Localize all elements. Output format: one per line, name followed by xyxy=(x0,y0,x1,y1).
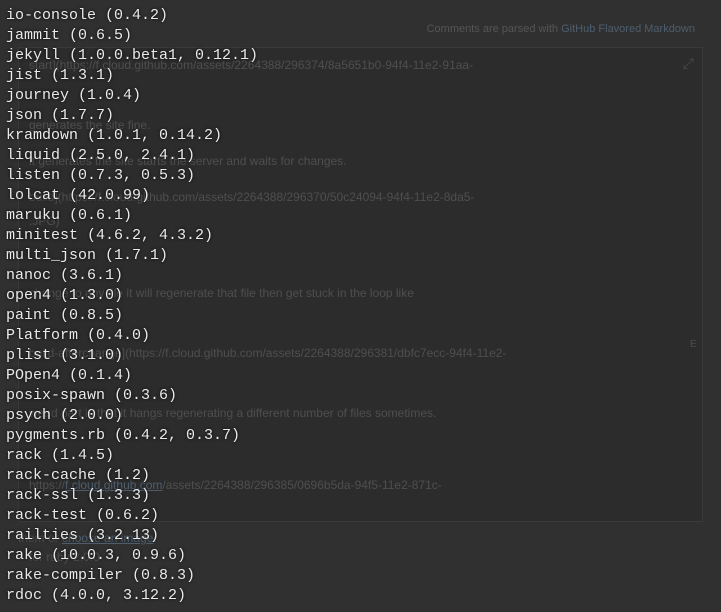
gem-list-item: pygments.rb (0.4.2, 0.3.7) xyxy=(6,426,258,446)
gem-list-item: posix-spawn (0.3.6) xyxy=(6,386,258,406)
gem-list-item: jist (1.3.1) xyxy=(6,66,258,86)
gem-list-item: rack-ssl (1.3.3) xyxy=(6,486,258,506)
gem-list-item: maruku (0.6.1) xyxy=(6,206,258,226)
gem-list-item: multi_json (1.7.1) xyxy=(6,246,258,266)
expand-icon[interactable]: ⤢ xyxy=(683,54,694,74)
gem-list-item: plist (3.1.0) xyxy=(6,346,258,366)
gem-list-item: rack-cache (1.2) xyxy=(6,466,258,486)
scrollbar-indicator: E xyxy=(690,338,700,354)
gem-list-item: psych (2.0.0) xyxy=(6,406,258,426)
gem-list-item: io-console (0.4.2) xyxy=(6,6,258,26)
gem-list-item: Platform (0.4.0) xyxy=(6,326,258,346)
gem-list-item: rake (10.0.3, 0.9.6) xyxy=(6,546,258,566)
gem-list-item: rdoc (4.0.0, 3.12.2) xyxy=(6,586,258,606)
gem-list-item: rack (1.4.5) xyxy=(6,446,258,466)
gem-list-item: paint (0.8.5) xyxy=(6,306,258,326)
gem-list-item: kramdown (1.0.1, 0.14.2) xyxy=(6,126,258,146)
gem-list-item: journey (1.0.4) xyxy=(6,86,258,106)
gem-list-item: jammit (0.6.5) xyxy=(6,26,258,46)
gem-list-item: nanoc (3.6.1) xyxy=(6,266,258,286)
gem-list-item: POpen4 (0.1.4) xyxy=(6,366,258,386)
gem-list-item: minitest (4.6.2, 4.3.2) xyxy=(6,226,258,246)
gem-list-item: rack-test (0.6.2) xyxy=(6,506,258,526)
gem-list-item: railties (3.2.13) xyxy=(6,526,258,546)
gem-list-item: jekyll (1.0.0.beta1, 0.12.1) xyxy=(6,46,258,66)
gem-list-item: json (1.7.7) xyxy=(6,106,258,126)
gem-list-item: liquid (2.5.0, 2.4.1) xyxy=(6,146,258,166)
gem-list-overlay: io-console (0.4.2)jammit (0.6.5)jekyll (… xyxy=(0,0,264,612)
gfm-link[interactable]: GitHub Flavored Markdown xyxy=(561,23,695,35)
gem-list-item: rake-compiler (0.8.3) xyxy=(6,566,258,586)
gem-list-item: open4 (1.3.0) xyxy=(6,286,258,306)
gem-list-item: lolcat (42.0.99) xyxy=(6,186,258,206)
gem-list-item: listen (0.7.3, 0.5.3) xyxy=(6,166,258,186)
